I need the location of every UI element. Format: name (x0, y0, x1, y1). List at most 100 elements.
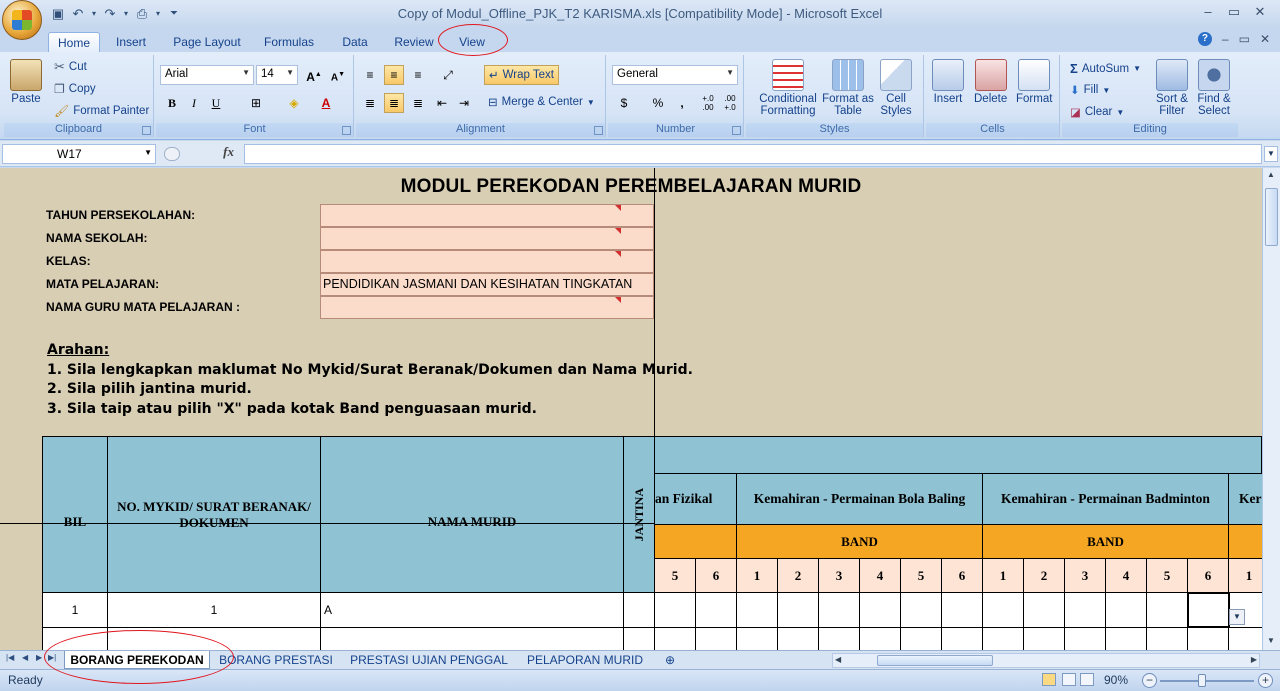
row-2-nama[interactable]: B (320, 627, 624, 650)
minimize-button[interactable]: – (1200, 4, 1216, 20)
currency-button[interactable]: $ (614, 93, 634, 113)
tab-home[interactable]: Home (48, 32, 100, 52)
fill-button[interactable]: ⬇ Fill ▼ (1070, 83, 1110, 97)
cut-button[interactable]: ✂ Cut (54, 59, 87, 75)
zoom-slider[interactable] (1160, 680, 1254, 682)
font-color-icon[interactable]: A (316, 93, 336, 113)
align-left-icon[interactable]: ≣ (360, 93, 380, 113)
fill-color-icon[interactable]: ◈ (284, 93, 304, 113)
scroll-up-icon[interactable]: ▲ (1267, 170, 1275, 179)
sheet-tab-borang-prestasi[interactable]: BORANG PRESTASI (214, 651, 338, 669)
increase-indent-icon[interactable]: ⇥ (454, 93, 474, 113)
row-1-bil[interactable]: 1 (42, 592, 108, 628)
horizontal-scrollbar[interactable]: ◀ ▶ (832, 653, 1260, 668)
sheet-tab-borang-perekodan[interactable]: BORANG PEREKODAN (64, 651, 210, 669)
ribbon-restore-button[interactable]: ▭ (1239, 32, 1250, 46)
worksheet[interactable]: MODUL PEREKODAN PEREMBELAJARAN MURID TAH… (0, 168, 1262, 650)
last-sheet-icon[interactable]: ▶| (48, 653, 56, 662)
band-cell[interactable] (1146, 592, 1188, 628)
band-cell[interactable] (1023, 592, 1065, 628)
band-cell[interactable] (695, 592, 737, 628)
band-cell[interactable] (941, 627, 983, 650)
band-cell[interactable] (1064, 592, 1106, 628)
band-cell[interactable] (1105, 627, 1147, 650)
cell-dropdown-icon[interactable]: ▼ (1229, 609, 1245, 625)
format-as-table-button[interactable]: Format as Table (822, 59, 874, 117)
band-cell[interactable] (982, 627, 1024, 650)
format-cells-button[interactable]: Format (1016, 59, 1052, 105)
copy-button[interactable]: ❐ Copy (54, 82, 96, 96)
zoom-level[interactable]: 90% (1104, 673, 1128, 687)
band-cell[interactable] (777, 592, 819, 628)
office-button[interactable] (2, 0, 42, 40)
number-format-combo[interactable]: General ▼ (612, 65, 738, 85)
align-center-icon[interactable]: ≣ (384, 93, 404, 113)
band-cell[interactable] (1064, 627, 1106, 650)
tab-insert[interactable]: Insert (110, 32, 152, 52)
insert-function-button[interactable]: fx (160, 144, 242, 164)
borders-icon[interactable]: ⊞ (246, 93, 266, 113)
band-cell[interactable] (1146, 627, 1188, 650)
scroll-left-icon[interactable]: ◀ (835, 655, 841, 664)
band-cell[interactable] (859, 592, 901, 628)
increase-decimal-button[interactable]: +.0 .00 (698, 93, 718, 113)
font-name-combo[interactable]: Arial ▼ (160, 65, 254, 85)
next-sheet-icon[interactable]: ▶ (36, 653, 42, 662)
insert-cells-button[interactable]: Insert (932, 59, 964, 105)
scroll-right-icon[interactable]: ▶ (1251, 655, 1257, 664)
paste-button[interactable]: Paste (10, 59, 42, 105)
band-cell[interactable] (1228, 627, 1262, 650)
band-cell[interactable] (736, 627, 778, 650)
band-cell[interactable] (941, 592, 983, 628)
expand-formula-bar-icon[interactable]: ▼ (1264, 146, 1278, 162)
band-cell[interactable] (695, 627, 737, 650)
decrease-decimal-button[interactable]: .00 +.0 (720, 93, 740, 113)
cell-styles-button[interactable]: Cell Styles (874, 59, 918, 117)
band-cell[interactable] (818, 592, 860, 628)
conditional-formatting-button[interactable]: Conditional Formatting (754, 59, 822, 117)
percent-button[interactable]: % (648, 93, 668, 113)
zoom-out-icon[interactable]: − (1142, 673, 1157, 688)
vertical-scroll-thumb[interactable] (1265, 188, 1278, 246)
align-right-icon[interactable]: ≣ (408, 93, 428, 113)
align-bottom-icon[interactable]: ≡ (408, 65, 428, 85)
help-icon[interactable]: ? (1197, 32, 1212, 46)
align-middle-icon[interactable]: ≡ (384, 65, 404, 85)
selected-cell[interactable] (1187, 592, 1230, 628)
band-cell[interactable] (736, 592, 778, 628)
find-select-button[interactable]: Find & Select (1194, 59, 1234, 117)
row-1-mykid[interactable]: 1 (107, 592, 321, 628)
band-cell[interactable] (1105, 592, 1147, 628)
row-2-mykid[interactable]: 2 (107, 627, 321, 650)
tab-data[interactable]: Data (336, 32, 374, 52)
tab-page-layout[interactable]: Page Layout (170, 32, 244, 52)
ribbon-close-button[interactable]: ✕ (1260, 32, 1270, 46)
band-cell[interactable] (900, 592, 942, 628)
normal-view-icon[interactable] (1042, 673, 1056, 686)
insert-sheet-icon[interactable]: ⊕ (660, 651, 680, 669)
comma-button[interactable]: , (672, 93, 692, 113)
font-size-combo[interactable]: 14 ▼ (256, 65, 298, 85)
row-2-bil[interactable]: 2 (42, 627, 108, 650)
band-cell[interactable] (1187, 627, 1229, 650)
page-break-view-icon[interactable] (1080, 673, 1094, 686)
field-input-tahun[interactable] (320, 204, 654, 227)
band-cell[interactable] (859, 627, 901, 650)
field-input-kelas[interactable] (320, 250, 654, 273)
band-cell[interactable] (982, 592, 1024, 628)
wrap-text-button[interactable]: ↵ Wrap Text (484, 65, 559, 85)
vertical-scrollbar[interactable]: ▲ ▼ (1262, 168, 1280, 650)
formula-input[interactable] (244, 144, 1262, 164)
scroll-down-icon[interactable]: ▼ (1267, 636, 1275, 645)
first-sheet-icon[interactable]: |◀ (6, 653, 14, 662)
sheet-tab-prestasi-ujian-penggal[interactable]: PRESTASI UJIAN PENGGAL (346, 651, 512, 669)
clipboard-launcher-icon[interactable] (142, 126, 151, 135)
field-input-mata-pelajaran[interactable]: PENDIDIKAN JASMANI DAN KESIHATAN TINGKAT… (320, 273, 654, 296)
tab-view[interactable]: View (452, 32, 492, 52)
font-launcher-icon[interactable] (342, 126, 351, 135)
zoom-slider-thumb[interactable] (1198, 674, 1206, 687)
field-input-nama-guru[interactable] (320, 296, 654, 319)
horizontal-scroll-thumb[interactable] (877, 655, 993, 666)
orientation-icon[interactable]: ⤢ (438, 65, 458, 85)
band-cell[interactable] (1023, 627, 1065, 650)
